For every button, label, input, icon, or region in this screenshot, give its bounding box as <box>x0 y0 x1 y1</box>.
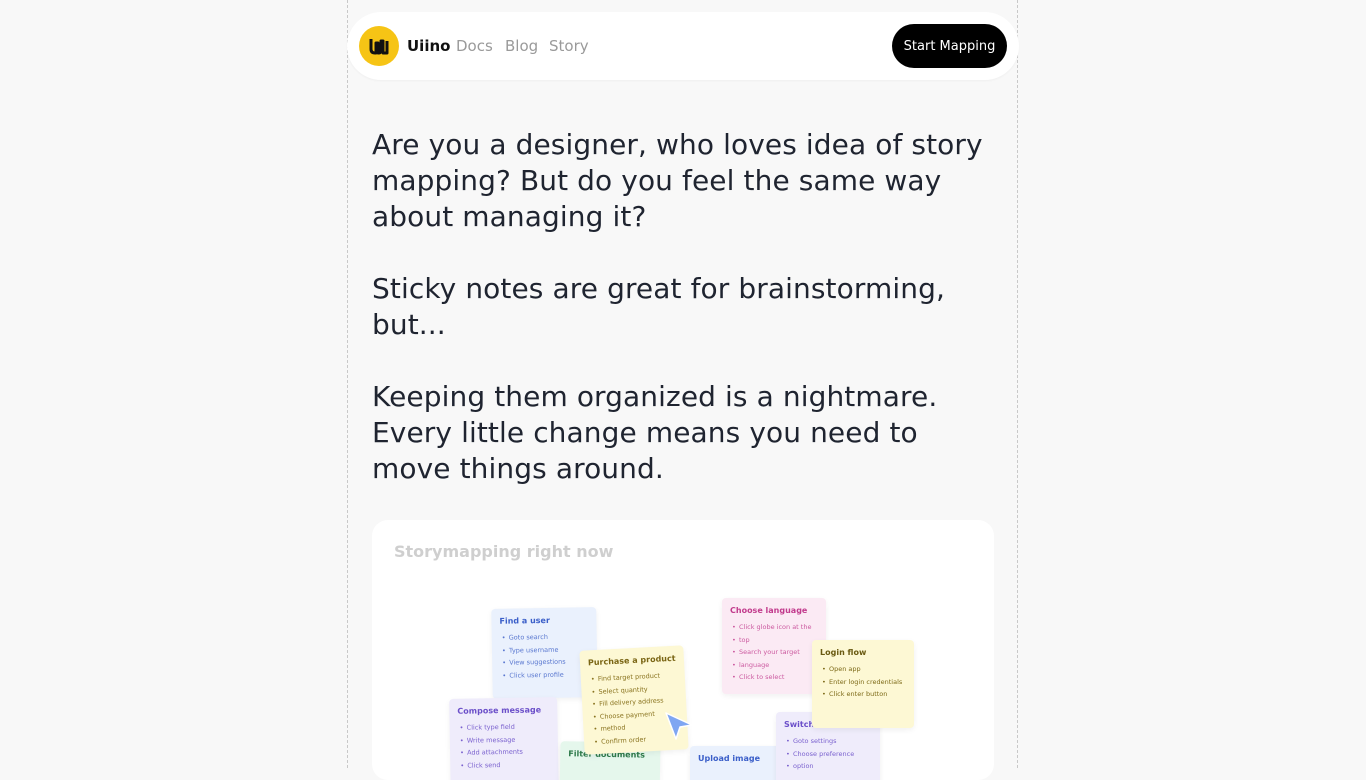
note-title: Choose language <box>730 606 808 615</box>
note-item: Click to select <box>732 671 818 684</box>
story-paragraph: Are you a designer, who loves idea of st… <box>372 128 983 233</box>
sticky-note-choose-language: Choose language Click globe icon at the … <box>722 598 826 694</box>
note-title: Compose message <box>457 705 542 716</box>
note-title: Find a user <box>499 615 550 626</box>
note-title: Login flow <box>820 648 867 657</box>
note-item: Open app <box>822 663 906 676</box>
sticky-note-login-flow: Login flow Open app Enter login credenti… <box>812 640 914 728</box>
note-title: Upload image <box>698 754 760 763</box>
brand-name[interactable]: Uiino <box>407 36 450 56</box>
story-paragraph: Keeping them organized is a nightmare. E… <box>372 380 938 485</box>
card-title: Storymapping right now <box>394 542 614 561</box>
note-item: Click send <box>467 758 550 772</box>
cursor-arrow-icon <box>665 712 693 740</box>
nav-link-story[interactable]: Story <box>549 36 589 56</box>
sticky-note-upload-image: Upload image <box>690 746 790 780</box>
story-paragraph: Sticky notes are great for brainstorming… <box>372 272 945 341</box>
note-item: Goto settings <box>786 735 872 748</box>
note-item: Choose preference <box>786 748 872 761</box>
story-text: Are you a designer, who loves idea of st… <box>372 127 1002 523</box>
top-nav: Uiino Docs Blog Story Start Mapping <box>347 12 1019 80</box>
note-item: Click user profile <box>509 668 589 682</box>
note-item: Search your target <box>732 646 818 659</box>
note-title: Purchase a product <box>587 653 676 668</box>
note-item: top <box>732 634 818 647</box>
note-item: option <box>786 760 872 773</box>
note-item: Click globe icon at the <box>732 621 818 634</box>
note-item: Enter login credentials <box>822 676 906 689</box>
nav-link-docs[interactable]: Docs <box>456 36 493 56</box>
start-mapping-button[interactable]: Start Mapping <box>892 24 1007 68</box>
note-item: language <box>732 659 818 672</box>
nav-link-blog[interactable]: Blog <box>505 36 538 56</box>
uiino-logo-icon[interactable] <box>359 26 399 66</box>
note-item: Click enter button <box>822 688 906 701</box>
storymapping-card: Storymapping right now Find a user Goto … <box>372 520 994 780</box>
